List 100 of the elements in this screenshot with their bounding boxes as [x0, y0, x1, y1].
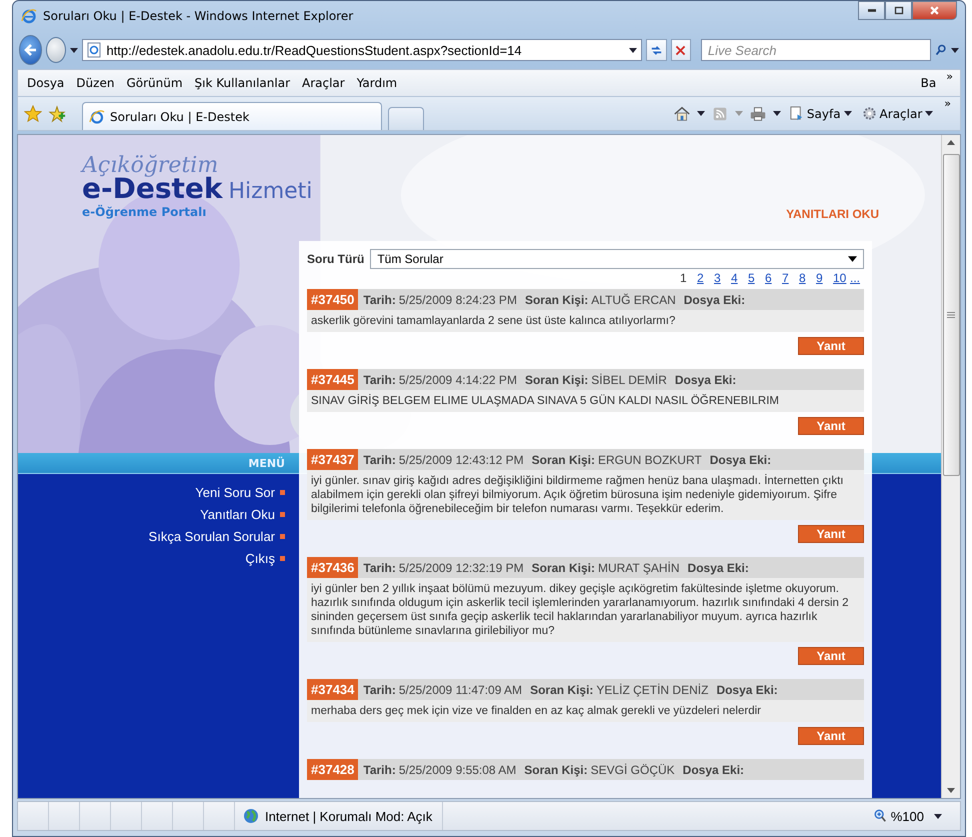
forward-button[interactable]: [46, 37, 66, 63]
asker-name: YELİZ ÇETİN DENİZ: [596, 682, 708, 696]
add-favorite-icon[interactable]: [48, 104, 66, 122]
more-chevron[interactable]: »: [943, 70, 956, 83]
close-button[interactable]: [912, 1, 957, 20]
asker-name: SEVGİ GÖÇÜK: [590, 762, 675, 776]
menu-item[interactable]: Yardım: [352, 74, 402, 92]
menu-link[interactable]: Çıkış: [245, 551, 275, 566]
home-icon[interactable]: [672, 104, 691, 122]
date-text: 5/25/2009 12:43:12 PM: [398, 452, 524, 466]
tools-menu-button[interactable]: Araçlar: [860, 106, 936, 121]
attachment-label: Dosya Eki:: [716, 682, 778, 696]
attachment-label: Dosya Eki:: [674, 372, 736, 386]
star-icon[interactable]: [24, 104, 42, 122]
globe-icon: [243, 808, 259, 824]
asker-name: SİBEL DEMİR: [591, 372, 667, 386]
logo-suffix: Hizmeti: [228, 179, 312, 204]
page-link[interactable]: 6: [765, 271, 779, 287]
menu-item[interactable]: Dosya: [22, 74, 70, 92]
page-link[interactable]: 8: [799, 271, 813, 287]
refresh-button[interactable]: [646, 39, 667, 61]
asker-name: ALTUĞ ERCAN: [591, 292, 676, 306]
window-title: Soruları Oku | E-Destek - Windows Internet Explorer: [43, 9, 354, 23]
menu-link[interactable]: Yanıtları Oku: [200, 507, 275, 522]
reply-button[interactable]: Yanıt: [798, 417, 864, 435]
page-link[interactable]: 2: [697, 271, 711, 287]
dropdown-arrow-icon[interactable]: [70, 48, 78, 52]
dropdown-arrow-icon[interactable]: [696, 111, 705, 116]
back-button[interactable]: [19, 35, 42, 65]
bullet-icon: [280, 490, 285, 495]
page-title: YANITLARI OKU: [786, 207, 879, 221]
date-text: 5/25/2009 11:47:09 AM: [398, 682, 522, 696]
scroll-down-icon[interactable]: [947, 788, 955, 793]
menu-link[interactable]: Sıkça Sorulan Sorular: [148, 529, 275, 544]
page-link[interactable]: 4: [731, 271, 745, 287]
date-label: Tarih:: [363, 372, 396, 386]
dropdown-arrow-icon: [848, 256, 857, 262]
dropdown-arrow-icon[interactable]: [934, 814, 942, 818]
scrollbar[interactable]: [941, 135, 960, 798]
asker-label: Soran Kişi:: [524, 292, 588, 306]
stop-icon: [674, 44, 688, 56]
question-text: merhaba ders geç mek için vize ve finalden en az kaç almak gerekli ve yüzdeleri nelerdir: [311, 705, 761, 717]
date-text: 5/25/2009 9:55:08 AM: [398, 762, 516, 776]
page-link[interactable]: 5: [748, 271, 762, 287]
browser-tab[interactable]: Soruları Oku | E-Destek: [82, 102, 382, 130]
address-field[interactable]: http://edestek.anadolu.edu.tr/ReadQuestionsStudent.aspx?sectionId=14: [82, 39, 642, 61]
more-chevron[interactable]: »: [941, 97, 954, 110]
maximize-button[interactable]: [885, 1, 912, 20]
current-page: 1: [680, 271, 688, 287]
search-icon[interactable]: [934, 42, 947, 58]
dropdown-arrow-icon[interactable]: [951, 48, 959, 52]
question-text: iyi günler ben 2 yıllık inşaat bölümü mezuyum. dikey geçişle açıkögretim fakültesinde işletme okuyorum. hazırlık sınıfında oldugum için askerlik tecil işlemlerinden yararlanamıyorum. hazırlık sınıfındaki 4 dersin 2 sininden geçersem üst sınıfa geçip askerlik tecil haklarından yararlanabiliyor muyum. ayrıca hazırlık sınıfında bütünleme sınavlarına girilebiliyor mu?: [311, 583, 849, 637]
zoom-button[interactable]: %100: [862, 808, 934, 824]
question-id: #37445: [307, 369, 358, 390]
reply-button[interactable]: Yanıt: [798, 525, 864, 543]
menu-item[interactable]: Şık Kullanılanlar: [190, 74, 295, 92]
page-link[interactable]: 9: [816, 271, 830, 287]
asker-label: Soran Kişi:: [524, 372, 588, 386]
search-field[interactable]: Live Search: [702, 40, 930, 60]
asker-label: Soran Kişi:: [532, 452, 595, 466]
date-label: Tarih:: [363, 560, 396, 574]
reply-button[interactable]: Yanıt: [798, 647, 864, 665]
stop-button[interactable]: [670, 39, 691, 61]
grip-icon: [947, 312, 955, 318]
page-icon: [788, 106, 804, 121]
minimize-button[interactable]: [858, 1, 885, 20]
page-link[interactable]: 7: [782, 271, 796, 287]
links-item[interactable]: Ba: [916, 74, 942, 92]
dropdown-arrow-icon[interactable]: [772, 111, 781, 116]
menu-item[interactable]: Araçlar: [297, 74, 350, 92]
dropdown-arrow-icon[interactable]: [629, 48, 638, 52]
question-text: SINAV GİRİŞ BELGEM ELIME ULAŞMADA SINAVA 5 GÜN KALDI NASIL ÖĞRENEBILRIM: [311, 395, 780, 407]
printer-icon[interactable]: [748, 104, 767, 122]
reply-button[interactable]: Yanıt: [798, 337, 864, 355]
menu-item[interactable]: Düzen: [71, 74, 120, 92]
date-label: Tarih:: [363, 292, 396, 306]
date-label: Tarih:: [363, 762, 396, 776]
question-type-dropdown[interactable]: Tüm Sorular: [370, 249, 864, 269]
question-id: #37428: [307, 759, 358, 780]
page-menu-button[interactable]: Sayfa: [786, 106, 854, 121]
scroll-up-icon[interactable]: [947, 140, 955, 145]
attachment-label: Dosya Eki:: [682, 762, 744, 776]
attachment-label: Dosya Eki:: [688, 560, 749, 574]
attachment-label: Dosya Eki:: [710, 452, 772, 466]
security-zone-text: Internet | Korumalı Mod: Açık: [265, 808, 432, 824]
page-link[interactable]: 3: [714, 271, 728, 287]
reply-button[interactable]: Yanıt: [798, 727, 864, 745]
menu-link[interactable]: Yeni Soru Sor: [195, 485, 275, 500]
date-text: 5/25/2009 4:14:22 PM: [398, 372, 517, 386]
dropdown-arrow-icon: [844, 111, 852, 116]
close-icon: [929, 5, 940, 16]
dropdown-arrow-icon: [925, 111, 934, 116]
attachment-label: Dosya Eki:: [684, 292, 746, 306]
bullet-icon: [280, 512, 285, 517]
date-text: 5/25/2009 8:24:23 PM: [398, 292, 517, 306]
menu-item[interactable]: Görünüm: [121, 74, 188, 92]
page-link[interactable]: 10: [833, 271, 847, 287]
question-id: #37434: [307, 679, 358, 700]
browser-logo-icon: [21, 8, 37, 24]
page-link[interactable]: ...: [850, 271, 864, 287]
